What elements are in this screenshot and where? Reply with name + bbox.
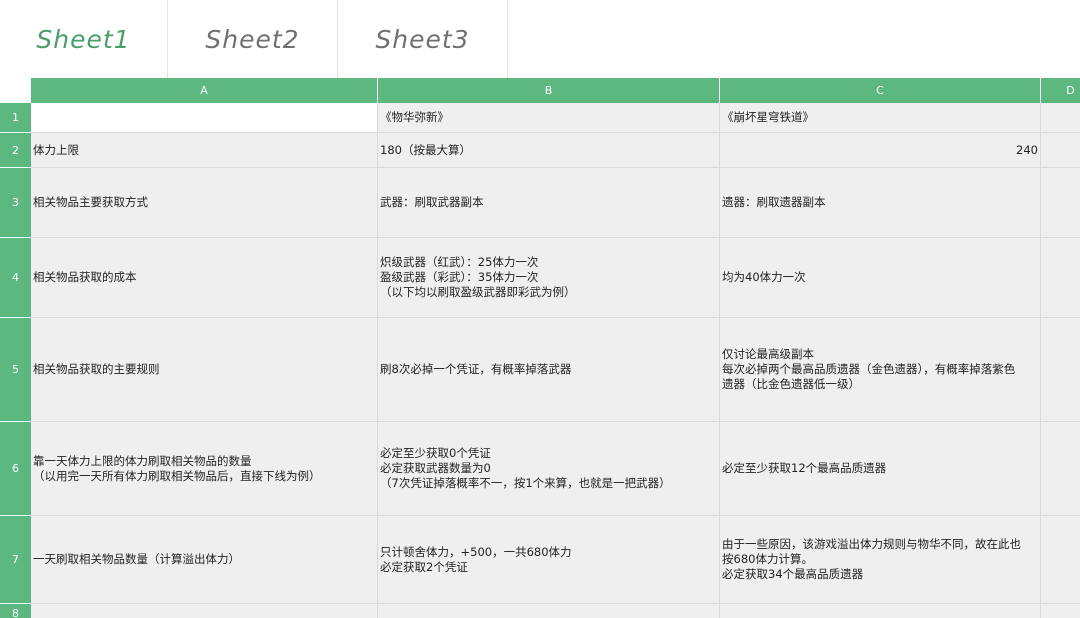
cell-text: 盈级武器（彩武）：35体力一次 (380, 270, 539, 284)
cell-text: 刷8次必掉一个凭证，有概率掉落武器 (380, 362, 572, 376)
cell-d8[interactable] (1041, 604, 1080, 618)
cell-a8[interactable] (31, 604, 378, 618)
column-header-a[interactable]: A (31, 78, 378, 103)
cell-b4[interactable]: 炽级武器（红武）：25体力一次 盈级武器（彩武）：35体力一次 （以下均以刷取盈… (378, 238, 720, 318)
cell-text: 相关物品主要获取方式 (33, 195, 148, 209)
cell-a3[interactable]: 相关物品主要获取方式 (31, 168, 378, 238)
cell-d1[interactable] (1041, 103, 1080, 133)
cell-text: 相关物品获取的成本 (33, 270, 137, 284)
cell-text: 仅讨论最高级副本 (722, 347, 814, 361)
row-header-8[interactable]: 8 (0, 604, 31, 618)
cell-a4[interactable]: 相关物品获取的成本 (31, 238, 378, 318)
cell-text: 遗器（比金色遗器低一级） (722, 377, 860, 391)
cell-c8[interactable] (720, 604, 1041, 618)
cell-d3[interactable] (1041, 168, 1080, 238)
row-header-7[interactable]: 7 (0, 516, 31, 604)
cell-text: 180（按最大算） (380, 142, 471, 157)
cell-d4[interactable] (1041, 238, 1080, 318)
cell-a7[interactable]: 一天刷取相关物品数量（计算溢出体力） (31, 516, 378, 604)
cell-text: 炽级武器（红武）：25体力一次 (380, 255, 539, 269)
tab-sheet3[interactable]: Sheet3 (338, 0, 508, 78)
row-header-3[interactable]: 3 (0, 168, 31, 238)
cell-b8[interactable] (378, 604, 720, 618)
cell-text: 只计顿舍体力，+500，一共680体力 (380, 544, 572, 559)
column-header-c[interactable]: C (720, 78, 1041, 103)
row-header-5[interactable]: 5 (0, 318, 31, 422)
cell-text: 必定获取2个凭证 (380, 559, 468, 574)
cell-text: 遗器：刷取遗器副本 (722, 195, 826, 209)
cell-text: 每次必掉两个最高品质遗器（金色遗器），有概率掉落紫色 (722, 362, 1016, 376)
cell-text: （以用完一天所有体力刷取相关物品后，直接下线为例） (33, 468, 321, 483)
cell-text: 体力上限 (33, 142, 79, 157)
cell-text: 按680体力计算。 (722, 552, 813, 566)
cell-text: 《崩坏星穹铁道》 (722, 110, 814, 124)
cell-text: 均为40体力一次 (722, 270, 806, 284)
cell-b1[interactable]: 《物华弥新》 (378, 103, 720, 133)
column-header-b[interactable]: B (378, 78, 720, 103)
cell-text: 必定至少获取12个最高品质遗器 (722, 461, 887, 475)
cell-c7[interactable]: 由于一些原因，该游戏溢出体力规则与物华不同，故在此也 按680体力计算。 必定获… (720, 516, 1041, 604)
tab-sheet1[interactable]: Sheet1 (0, 0, 168, 78)
cell-d5[interactable] (1041, 318, 1080, 422)
select-all-corner[interactable] (0, 78, 31, 103)
cell-b3[interactable]: 武器：刷取武器副本 (378, 168, 720, 238)
cell-c4[interactable]: 均为40体力一次 (720, 238, 1041, 318)
cell-text: 一天刷取相关物品数量（计算溢出体力） (33, 552, 240, 566)
cell-c1[interactable]: 《崩坏星穹铁道》 (720, 103, 1041, 133)
cell-text: 由于一些原因，该游戏溢出体力规则与物华不同，故在此也 (722, 537, 1021, 551)
cell-b7[interactable]: 只计顿舍体力，+500，一共680体力 必定获取2个凭证 (378, 516, 720, 604)
row-header-2[interactable]: 2 (0, 133, 31, 168)
cell-text: 武器：刷取武器副本 (380, 195, 484, 209)
cell-c6[interactable]: 必定至少获取12个最高品质遗器 (720, 422, 1041, 516)
cell-b6[interactable]: 必定至少获取0个凭证 必定获取武器数量为0 （7次凭证掉落概率不一，按1个来算，… (378, 422, 720, 516)
cell-c5[interactable]: 仅讨论最高级副本 每次必掉两个最高品质遗器（金色遗器），有概率掉落紫色 遗器（比… (720, 318, 1041, 422)
cell-text: 相关物品获取的主要规则 (33, 362, 160, 376)
cell-d6[interactable] (1041, 422, 1080, 516)
cell-a2[interactable]: 体力上限 (31, 133, 378, 168)
cell-b2[interactable]: 180（按最大算） (378, 133, 720, 168)
row-header-4[interactable]: 4 (0, 238, 31, 318)
cell-text: 《物华弥新》 (380, 110, 449, 124)
column-header-d[interactable]: D (1041, 78, 1080, 103)
cell-text: 必定获取34个最高品质遗器 (722, 567, 864, 581)
cell-d2[interactable] (1041, 133, 1080, 168)
cell-a5[interactable]: 相关物品获取的主要规则 (31, 318, 378, 422)
cell-c3[interactable]: 遗器：刷取遗器副本 (720, 168, 1041, 238)
sheet-tab-bar: Sheet1 Sheet2 Sheet3 (0, 0, 1080, 79)
cell-a6[interactable]: 靠一天体力上限的体力刷取相关物品的数量 （以用完一天所有体力刷取相关物品后，直接… (31, 422, 378, 516)
cell-text: （7次凭证掉落概率不一，按1个来算，也就是一把武器） (380, 476, 671, 490)
cell-text: 240 (1016, 142, 1038, 157)
cell-text: （以下均以刷取盈级武器即彩武为例） (380, 285, 576, 299)
cell-a1[interactable] (31, 103, 378, 133)
cell-c2[interactable]: 240 (720, 133, 1041, 168)
cell-d7[interactable] (1041, 516, 1080, 604)
row-header-6[interactable]: 6 (0, 422, 31, 516)
tab-sheet2[interactable]: Sheet2 (168, 0, 338, 78)
cell-text: 必定至少获取0个凭证 (380, 446, 491, 460)
spreadsheet-grid: A B C D 1 2 3 4 5 6 7 8 《物华弥新》 《崩坏星穹铁道》 … (0, 78, 1080, 618)
cell-b5[interactable]: 刷8次必掉一个凭证，有概率掉落武器 (378, 318, 720, 422)
row-header-1[interactable]: 1 (0, 103, 31, 133)
cell-text: 必定获取武器数量为0 (380, 461, 491, 475)
cell-text: 靠一天体力上限的体力刷取相关物品的数量 (33, 453, 252, 468)
